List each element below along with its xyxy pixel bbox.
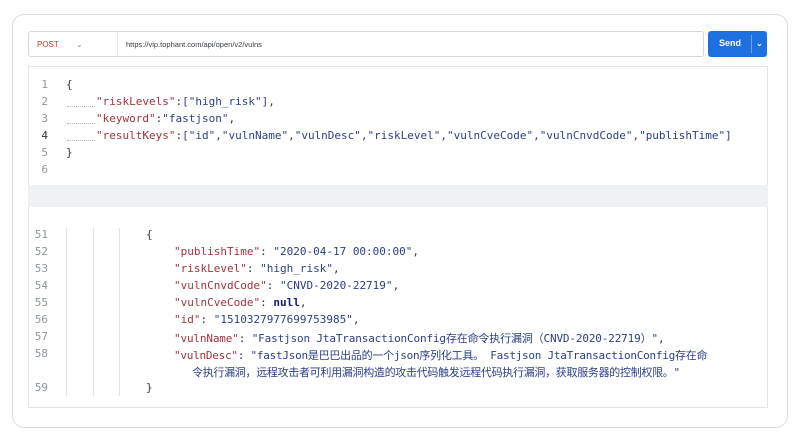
json-key: "riskLevels" bbox=[96, 95, 176, 108]
json-key: "keyword" bbox=[96, 112, 156, 125]
line-number: 5 bbox=[41, 146, 48, 159]
json-value: "CNVD-2020-22719" bbox=[279, 279, 393, 292]
json-value: ["id","vulnName","vulnDesc","riskLevel",… bbox=[182, 129, 732, 142]
code-brace[interactable]: { bbox=[146, 228, 153, 241]
json-value: "fastjson" bbox=[162, 112, 229, 125]
request-url-bar: POST ⌄ https://vip.tophant.com/api/open/… bbox=[28, 31, 704, 57]
divider bbox=[117, 32, 118, 56]
code-line-wrapped[interactable]: 令执行漏洞，远程攻击者可利用漏洞构造的攻击代码触发远程代码执行漏洞，获取服务器的… bbox=[192, 364, 680, 380]
line-number: 58 bbox=[34, 347, 48, 360]
line-number: 53 bbox=[34, 262, 48, 275]
code-line[interactable]: "vulnCnvdCode": "CNVD-2020-22719", bbox=[174, 279, 399, 292]
line-number: 4 bbox=[41, 129, 48, 142]
line-number: 2 bbox=[41, 95, 48, 108]
code-brace[interactable]: } bbox=[146, 381, 153, 394]
json-key: "publishTime" bbox=[174, 245, 261, 258]
json-null: null bbox=[273, 296, 300, 309]
indent-guide bbox=[67, 123, 95, 124]
line-number: 6 bbox=[41, 163, 48, 176]
indent-guide bbox=[67, 106, 95, 107]
json-key: "id" bbox=[174, 313, 201, 326]
indent-guide bbox=[66, 228, 67, 396]
json-key: "riskLevel" bbox=[174, 262, 247, 275]
json-key: "vulnName" bbox=[174, 332, 239, 345]
method-label: POST bbox=[37, 39, 59, 49]
line-number: 1 bbox=[41, 78, 48, 91]
json-key: "vulnCnvdCode" bbox=[174, 279, 267, 292]
json-key: "resultKeys" bbox=[96, 129, 176, 142]
line-number: 3 bbox=[41, 112, 48, 125]
json-value: "Fastjson JtaTransactionConfig存在命令执行漏洞（C… bbox=[251, 332, 658, 345]
code-line[interactable]: "riskLevel": "high_risk", bbox=[174, 262, 340, 275]
json-key: "vulnDesc" bbox=[174, 349, 238, 362]
code-line[interactable]: "id": "1510327977699753985", bbox=[174, 313, 359, 326]
code-brace[interactable]: } bbox=[66, 146, 73, 159]
line-number: 59 bbox=[34, 381, 48, 394]
code-line[interactable]: "keyword":"fastjson", bbox=[96, 112, 235, 125]
code-line[interactable]: "resultKeys":["id","vulnName","vulnDesc"… bbox=[96, 129, 732, 142]
collapsed-region bbox=[28, 185, 768, 207]
line-number: 51 bbox=[34, 228, 48, 241]
indent-guide bbox=[93, 228, 94, 396]
line-number: 55 bbox=[34, 296, 48, 309]
code-line[interactable]: "riskLevels":["high_risk"], bbox=[96, 95, 275, 108]
chevron-down-icon[interactable]: ⌄ bbox=[756, 39, 763, 48]
chevron-down-icon[interactable]: ⌄ bbox=[76, 40, 83, 49]
json-value: "2020-04-17 00:00:00" bbox=[273, 245, 413, 258]
indent-guide bbox=[67, 140, 95, 141]
json-value: "1510327977699753985" bbox=[213, 313, 353, 326]
divider bbox=[751, 35, 752, 53]
json-value: "high_risk" bbox=[260, 262, 333, 275]
json-value: ["high_risk"] bbox=[182, 95, 269, 108]
line-number: 54 bbox=[34, 279, 48, 292]
json-key: "vulnCveCode" bbox=[174, 296, 261, 309]
line-number: 52 bbox=[34, 245, 48, 258]
send-label: Send bbox=[719, 38, 742, 48]
line-number: 56 bbox=[34, 313, 48, 326]
indent-guide bbox=[119, 228, 120, 396]
code-line[interactable]: "vulnDesc": "fastJson是巴巴出品的一个json序列化工具。 … bbox=[174, 347, 708, 363]
code-brace[interactable]: { bbox=[66, 78, 73, 91]
code-line[interactable]: "vulnName": "Fastjson JtaTransactionConf… bbox=[174, 330, 665, 346]
code-line[interactable]: "publishTime": "2020-04-17 00:00:00", bbox=[174, 245, 419, 258]
code-line[interactable]: "vulnCveCode": null, bbox=[174, 296, 306, 309]
url-input[interactable]: https://vip.tophant.com/api/open/v2/vuln… bbox=[126, 32, 262, 56]
send-button[interactable]: Send ⌄ bbox=[708, 31, 767, 57]
json-value: "fastJson是巴巴出品的一个json序列化工具。 Fastjson Jta… bbox=[250, 349, 708, 362]
line-number: 57 bbox=[34, 330, 48, 343]
